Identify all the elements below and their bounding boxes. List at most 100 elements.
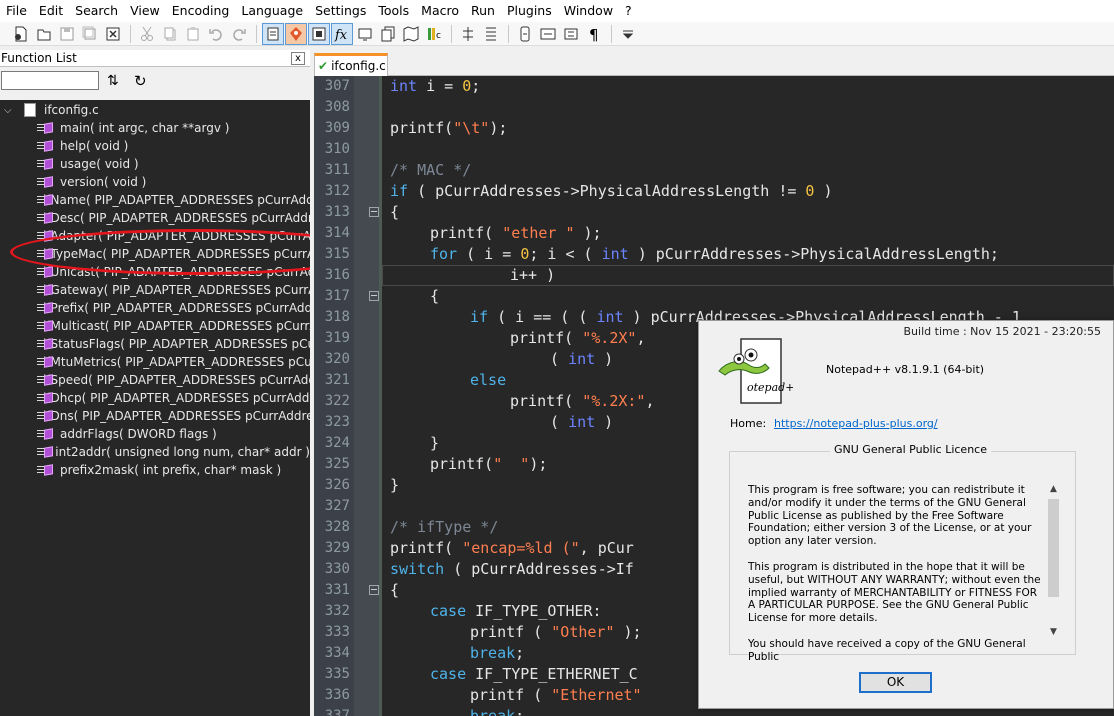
code-token: "Other" (551, 623, 615, 641)
reload-icon[interactable]: ↻ (134, 72, 147, 90)
svg-text:c: c (436, 31, 441, 41)
expand-arrow-icon[interactable]: ⌵ (4, 105, 16, 116)
function-list-toggle-icon[interactable] (262, 22, 284, 45)
function-item[interactable]: prefix2mask( int prefix, char* mask ) (0, 461, 310, 479)
code-token: for (430, 245, 458, 263)
cut-icon[interactable] (136, 23, 158, 45)
all-chars-icon[interactable] (560, 23, 582, 45)
code-line[interactable]: 311 /* MAC */ (314, 160, 1114, 181)
menu-language[interactable]: Language (236, 0, 310, 22)
open-file-icon[interactable] (33, 23, 55, 45)
paste-icon[interactable] (182, 23, 204, 45)
code-line[interactable]: 312 if ( pCurrAddresses->PhysicalAddressL… (314, 181, 1114, 202)
color-bars-icon[interactable]: c (423, 23, 445, 45)
code-line[interactable]: 310 (314, 139, 1114, 160)
code-line[interactable]: 313 { (314, 202, 1114, 223)
map-icon[interactable] (400, 23, 422, 45)
menu-file[interactable]: File (0, 0, 34, 22)
code-text: ( int ) (550, 349, 613, 370)
line-number: 312 (324, 183, 350, 199)
redo-icon[interactable] (228, 23, 250, 45)
menu-plugins[interactable]: Plugins (502, 0, 559, 22)
code-line[interactable]: 315 for ( i = 0; i < ( int ) pCurrAddress… (314, 244, 1114, 265)
function-item[interactable]: ifSpeed( PIP_ADAPTER_ADDRESSES pCurrAddr… (0, 371, 310, 389)
menu-view[interactable]: View (125, 0, 167, 22)
function-item[interactable]: ifAdapter( PIP_ADAPTER_ADDRESSES pCurrAd… (0, 227, 310, 245)
menu-search[interactable]: Search (70, 0, 125, 22)
copy-icon[interactable] (159, 23, 181, 45)
fold-toggle-icon[interactable] (369, 291, 379, 301)
code-line[interactable]: 314 printf( "ether " ); (314, 223, 1114, 244)
function-item[interactable]: ifDhcp( PIP_ADAPTER_ADDRESSES pCurrAddre… (0, 389, 310, 407)
pilcrow-icon[interactable]: ¶ (583, 23, 605, 45)
close-file-icon[interactable] (102, 23, 124, 45)
function-item[interactable]: version( void ) (0, 173, 310, 191)
save-icon[interactable] (56, 23, 78, 45)
code-line[interactable]: 317 { (314, 286, 1114, 307)
function-item[interactable]: int2addr( unsigned long num, char* addr … (0, 443, 310, 461)
function-label: ifStatusFlags( PIP_ADAPTER_ADDRESSES pCu… (43, 337, 310, 351)
function-search-input[interactable] (1, 71, 99, 90)
fold-toggle-icon[interactable] (369, 585, 379, 595)
function-item[interactable]: ifName( PIP_ADAPTER_ADDRESSES pCurrAddre (0, 191, 310, 209)
tree-root-file[interactable]: ⌵ ifconfig.c (0, 101, 310, 119)
menu-window[interactable]: Window (559, 0, 620, 22)
save-all-icon[interactable] (79, 23, 101, 45)
code-token: ( i == ( ( (488, 308, 597, 326)
menu-edit[interactable]: Edit (34, 0, 70, 22)
line-number: 323 (324, 414, 350, 430)
function-item[interactable]: ifDesc( PIP_ADAPTER_ADDRESSES pCurrAddre… (0, 209, 310, 227)
new-file-icon[interactable] (10, 23, 32, 45)
function-item[interactable]: ifDns( PIP_ADAPTER_ADDRESSES pCurrAddres… (0, 407, 310, 425)
line-number: 328 (324, 519, 350, 535)
code-line[interactable]: 309 printf("\t"); (314, 118, 1114, 139)
word-wrap-icon[interactable] (480, 23, 502, 45)
function-item[interactable]: ifMulticast( PIP_ADAPTER_ADDRESSES pCurr… (0, 317, 310, 335)
licence-scrollbar[interactable]: ▲ ▼ (1046, 482, 1061, 640)
function-item[interactable]: ifMtuMetrics( PIP_ADAPTER_ADDRESSES pCur… (0, 353, 310, 371)
function-fx-icon[interactable]: fx (331, 22, 353, 45)
toolbar-overflow-icon[interactable] (617, 23, 639, 45)
function-item[interactable]: ifStatusFlags( PIP_ADAPTER_ADDRESSES pCu… (0, 335, 310, 353)
function-item[interactable]: help( void ) (0, 137, 310, 155)
code-token: ); (614, 623, 642, 641)
sync-scroll-icon[interactable] (537, 23, 559, 45)
zoom-in-icon[interactable] (514, 23, 536, 45)
project-panel-icon[interactable] (308, 22, 330, 45)
scroll-thumb[interactable] (1048, 499, 1059, 597)
ok-button[interactable]: OK (859, 672, 932, 693)
tab-ifconfig[interactable]: ✔ ifconfig.c (314, 53, 388, 76)
menu-encoding[interactable]: Encoding (167, 0, 237, 22)
menu-help[interactable]: ? (620, 0, 639, 22)
function-item[interactable]: ifUnicast( PIP_ADAPTER_ADDRESSES pCurrAd… (0, 263, 310, 281)
indent-guide-icon[interactable] (457, 23, 479, 45)
monitoring-icon[interactable] (354, 23, 376, 45)
code-line[interactable]: 316 i++ ) (314, 265, 1114, 286)
sort-az-icon[interactable]: ⇅ (107, 73, 125, 89)
menu-macro[interactable]: Macro (416, 0, 466, 22)
document-map-icon[interactable] (285, 22, 307, 45)
multi-document-icon[interactable] (377, 23, 399, 45)
function-label: prefix2mask( int prefix, char* mask ) (60, 463, 282, 477)
menu-settings[interactable]: Settings (310, 0, 373, 22)
function-item[interactable]: main( int argc, char **argv ) (0, 119, 310, 137)
code-token: printf( (510, 329, 583, 347)
menu-tools[interactable]: Tools (373, 0, 416, 22)
fold-toggle-icon[interactable] (369, 207, 379, 217)
function-item[interactable]: usage( void ) (0, 155, 310, 173)
close-panel-button[interactable]: x (291, 51, 305, 65)
function-item[interactable]: ifPrefix( PIP_ADAPTER_ADDRESSES pCurrAdd… (0, 299, 310, 317)
undo-icon[interactable] (205, 23, 227, 45)
code-line[interactable]: 308 (314, 97, 1114, 118)
scroll-down-icon[interactable]: ▼ (1046, 625, 1061, 640)
home-link[interactable]: https://notepad-plus-plus.org/ (774, 417, 938, 430)
licence-text[interactable]: This program is free software; you can r… (748, 484, 1046, 677)
function-item[interactable]: addrFlags( DWORD flags ) (0, 425, 310, 443)
function-tree: ⌵ ifconfig.c main( int argc, char **argv… (0, 100, 310, 716)
function-item[interactable]: ifTypeMac( PIP_ADAPTER_ADDRESSES pCurrAd (0, 245, 310, 263)
function-item[interactable]: ifGateway( PIP_ADAPTER_ADDRESSES pCurrAd (0, 281, 310, 299)
home-label: Home: (730, 417, 767, 430)
menu-run[interactable]: Run (466, 0, 502, 22)
code-line[interactable]: 307 int i = 0; (314, 76, 1114, 97)
scroll-up-icon[interactable]: ▲ (1046, 482, 1061, 497)
